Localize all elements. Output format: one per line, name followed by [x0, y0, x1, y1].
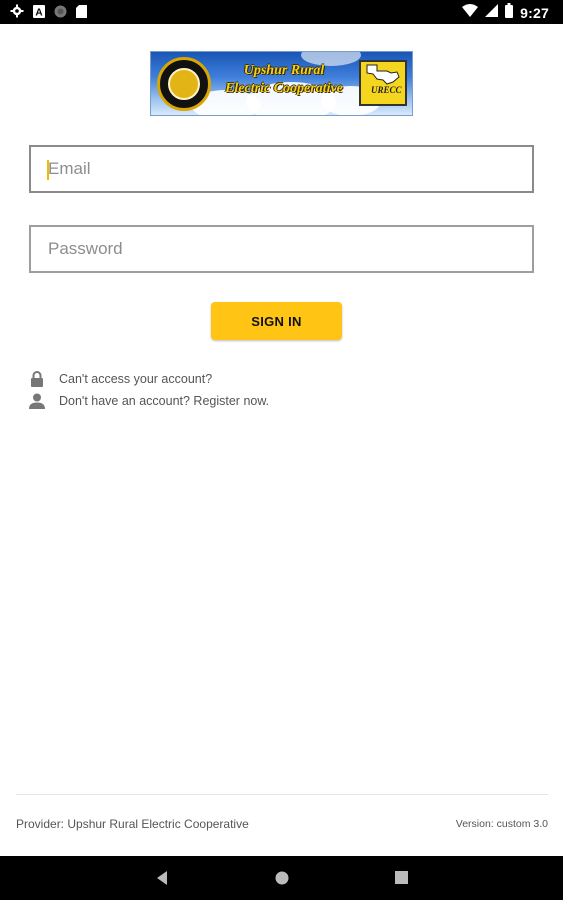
status-bar: A 9:27 — [0, 0, 563, 24]
notification-a-icon: A — [33, 4, 45, 23]
text-caret — [47, 160, 49, 180]
cant-access-link[interactable]: Can't access your account? — [28, 369, 212, 389]
version-text: Version: custom 3.0 — [455, 818, 548, 830]
navigation-bar — [0, 856, 563, 900]
settings-icon — [10, 4, 24, 23]
sign-in-button[interactable]: SIGN IN — [211, 302, 342, 340]
logo-line-1: Upshur Rural — [243, 63, 325, 78]
badge-text: URECC — [371, 85, 402, 95]
battery-icon — [505, 3, 514, 23]
logo-title: Upshur Rural Electric Cooperative — [213, 62, 355, 98]
logo-line-2: Electric Cooperative — [225, 81, 343, 96]
svg-text:A: A — [35, 7, 42, 18]
home-icon[interactable] — [274, 870, 290, 891]
footer-divider — [16, 794, 548, 795]
status-bar-right: 9:27 — [462, 3, 549, 23]
password-field[interactable] — [29, 225, 534, 273]
status-time: 9:27 — [520, 5, 549, 21]
lock-icon — [28, 371, 45, 388]
status-bar-left: A — [10, 4, 87, 23]
signal-icon — [485, 4, 499, 22]
provider-text: Provider: Upshur Rural Electric Cooperat… — [16, 817, 249, 831]
sd-card-icon — [76, 4, 87, 23]
back-icon[interactable] — [155, 870, 169, 891]
register-link[interactable]: Don't have an account? Register now. — [28, 391, 269, 411]
texas-badge-icon: URECC — [359, 60, 407, 106]
password-input[interactable] — [31, 227, 532, 271]
person-icon — [28, 393, 45, 410]
email-input[interactable] — [31, 147, 532, 191]
recents-icon[interactable] — [395, 871, 408, 889]
register-text[interactable]: Don't have an account? Register now. — [59, 394, 269, 408]
email-field[interactable] — [29, 145, 534, 193]
circle-icon — [54, 5, 67, 23]
wifi-icon — [462, 4, 479, 22]
cooperative-logo-banner: Upshur Rural Electric Cooperative URECC — [150, 51, 413, 116]
cant-access-text[interactable]: Can't access your account? — [59, 372, 212, 386]
cooperative-seal-icon — [157, 57, 211, 111]
